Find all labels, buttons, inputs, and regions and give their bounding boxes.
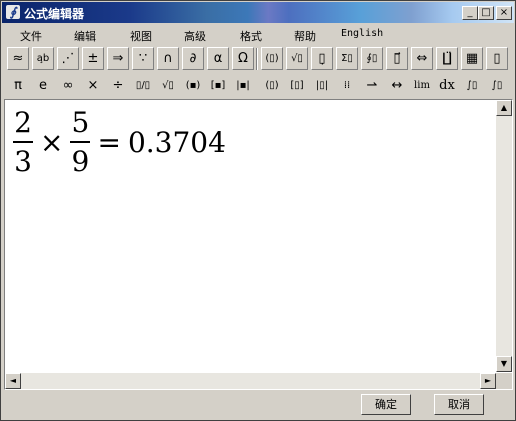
- labeled-arrow-templates-icon[interactable]: ⇔: [411, 47, 433, 70]
- minimize-button[interactable]: _: [462, 6, 478, 20]
- arrows-icon[interactable]: ⇒: [107, 47, 129, 70]
- window-title: 公式编辑器: [24, 7, 85, 21]
- menu-help[interactable]: 帮助: [294, 28, 316, 44]
- logic-icon[interactable]: ∵: [132, 47, 154, 70]
- definite-integral-icon[interactable]: ∫▯: [486, 74, 508, 97]
- equation-editor-area[interactable]: 2 3 × 5 9 = 0.3704 ▲ ▼ ◄ ►: [4, 99, 513, 390]
- equation: 2 3 × 5 9 = 0.3704: [13, 108, 226, 177]
- fraction-bar: [70, 141, 91, 144]
- fraction-two-thirds: 2 3: [13, 108, 33, 177]
- parentheses-icon[interactable]: (▪): [182, 74, 204, 97]
- vertical-scrollbar[interactable]: ▲ ▼: [496, 100, 512, 372]
- title-bar[interactable]: ∮ 公式编辑器 _ □ ×: [2, 2, 514, 23]
- menu-view[interactable]: 视图: [130, 28, 152, 44]
- maximize-button[interactable]: □: [478, 6, 494, 20]
- dx-icon[interactable]: dx: [436, 74, 458, 97]
- spaces-ellipses-icon[interactable]: a̧b: [32, 47, 54, 70]
- toolbar-separator: [256, 48, 258, 70]
- divide-icon[interactable]: ÷: [107, 74, 129, 97]
- approx-relations-icon[interactable]: ≈: [7, 47, 29, 70]
- scroll-up-button[interactable]: ▲: [496, 100, 512, 116]
- paren-template-icon[interactable]: (▯): [261, 74, 283, 97]
- right-arrow-icon[interactable]: ⇀: [361, 74, 383, 97]
- fraction-five-ninths: 5 9: [70, 106, 91, 179]
- subscript-templates-icon[interactable]: ▯̣: [311, 47, 333, 70]
- menu-advanced[interactable]: 高级: [184, 28, 206, 44]
- equals-sign: =: [97, 125, 121, 159]
- calculus-icon[interactable]: ∂: [182, 47, 204, 70]
- menu-edit[interactable]: 编辑: [74, 28, 96, 44]
- left-right-arrow-icon[interactable]: ↔: [386, 74, 408, 97]
- horizontal-scrollbar[interactable]: ◄ ►: [5, 373, 496, 389]
- template-toolbar: π e ∞ × ÷ ▯/▯ √▯ (▪) [▪] |▪| (▯) [▯] |▯|…: [5, 74, 513, 100]
- pi-icon[interactable]: π: [7, 74, 29, 97]
- denominator: 3: [14, 145, 32, 179]
- greek-lower-icon[interactable]: α: [207, 47, 229, 70]
- e-icon[interactable]: e: [32, 74, 54, 97]
- set-theory-icon[interactable]: ∩: [157, 47, 179, 70]
- brackets-icon[interactable]: [▪]: [207, 74, 229, 97]
- scroll-down-button[interactable]: ▼: [496, 356, 512, 372]
- products-templates-icon[interactable]: ∐̈: [436, 47, 458, 70]
- matrix-templates-icon[interactable]: ▦: [461, 47, 483, 70]
- cancel-button[interactable]: 取消: [434, 394, 484, 415]
- sqrt-icon[interactable]: √▯: [157, 74, 179, 97]
- ok-button[interactable]: 确定: [361, 394, 411, 415]
- fence-templates-icon[interactable]: (▯): [261, 47, 283, 70]
- menu-english[interactable]: English: [341, 28, 383, 39]
- menu-file[interactable]: 文件: [20, 28, 42, 44]
- denominator: 9: [71, 145, 90, 179]
- bar-template-icon[interactable]: |▯|: [311, 74, 333, 97]
- integral-box-icon[interactable]: ∫▯: [461, 74, 483, 97]
- numerator: 5: [71, 106, 90, 139]
- result-value: 0.3704: [127, 125, 226, 159]
- matrix-small-icon[interactable]: ⁞⁞: [336, 74, 358, 97]
- toolbar-gap: [256, 75, 258, 97]
- fraction-icon[interactable]: ▯/▯: [132, 74, 154, 97]
- abs-icon[interactable]: |▪|: [232, 74, 254, 97]
- infinity-icon[interactable]: ∞: [57, 74, 79, 97]
- times-operator: ×: [40, 125, 64, 159]
- numerator: 2: [14, 106, 32, 139]
- times-icon[interactable]: ×: [82, 74, 104, 97]
- close-button[interactable]: ×: [496, 6, 512, 20]
- scroll-left-button[interactable]: ◄: [5, 373, 21, 389]
- limit-icon[interactable]: lim: [411, 74, 433, 97]
- embellishments-icon[interactable]: ⋰: [57, 47, 79, 70]
- summation-templates-icon[interactable]: Σ▯: [336, 47, 358, 70]
- formula-editor-window: ∮ 公式编辑器 _ □ × 文件 编辑 视图 高级 格式 帮助 English …: [0, 0, 516, 421]
- menu-format[interactable]: 格式: [240, 28, 262, 44]
- app-icon: ∮: [6, 5, 20, 19]
- box-templates-icon[interactable]: ▯: [486, 47, 508, 70]
- integral-templates-icon[interactable]: ∮▯: [361, 47, 383, 70]
- greek-upper-icon[interactable]: Ω: [232, 47, 254, 70]
- underbar-templates-icon[interactable]: ▯⃗: [386, 47, 408, 70]
- operators-icon[interactable]: ±: [82, 47, 104, 70]
- symbol-toolbar: ≈ a̧b ⋰ ± ⇒ ∵ ∩ ∂ α Ω (▯) √▯ ▯̣ Σ▯ ∮▯ ▯⃗…: [5, 47, 513, 73]
- menu-bar: 文件 编辑 视图 高级 格式 帮助 English: [2, 24, 514, 44]
- scrollbar-corner: [496, 373, 512, 389]
- fraction-bar: [13, 141, 33, 144]
- bracket-template-icon[interactable]: [▯]: [286, 74, 308, 97]
- scroll-right-button[interactable]: ►: [480, 373, 496, 389]
- radical-templates-icon[interactable]: √▯: [286, 47, 308, 70]
